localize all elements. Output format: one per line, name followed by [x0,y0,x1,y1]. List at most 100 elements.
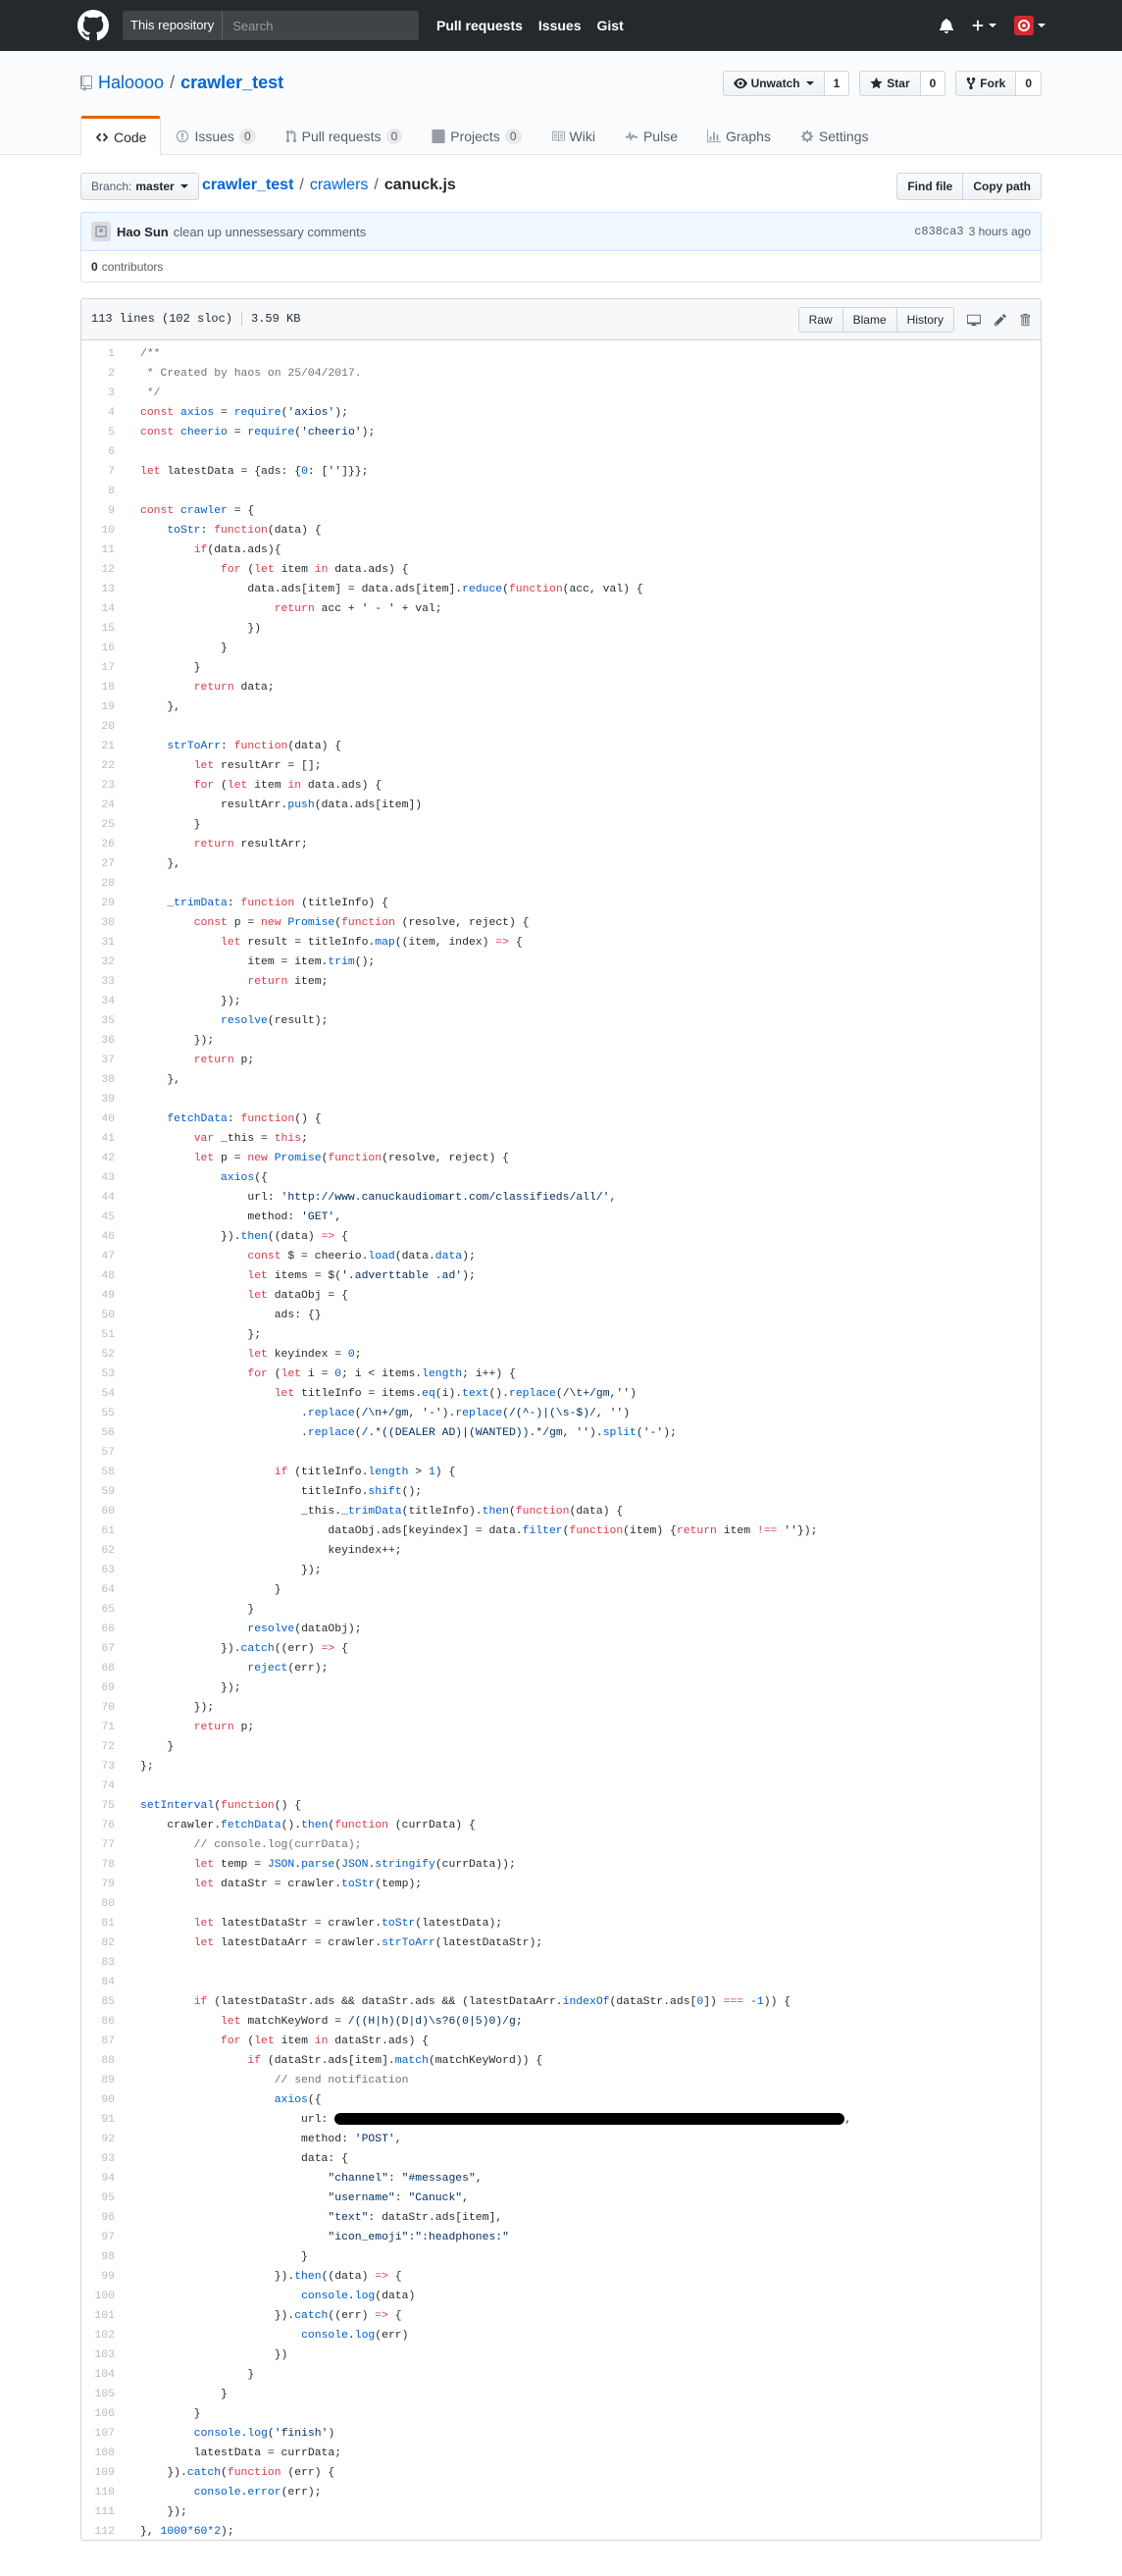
nav-gist[interactable]: Gist [597,18,624,33]
tab-issues[interactable]: Issues 0 [161,116,270,155]
line-number[interactable]: 55 [81,1404,125,1423]
line-number[interactable]: 27 [81,854,125,874]
tab-graphs[interactable]: Graphs [692,116,786,155]
line-number[interactable]: 111 [81,2502,125,2522]
line-number[interactable]: 99 [81,2267,125,2287]
line-number[interactable]: 39 [81,1090,125,1109]
line-number[interactable]: 94 [81,2169,125,2189]
line-number[interactable]: 37 [81,1051,125,1070]
line-number[interactable]: 88 [81,2051,125,2071]
line-number[interactable]: 31 [81,933,125,953]
line-number[interactable]: 96 [81,2208,125,2228]
find-file-button[interactable]: Find file [896,173,964,200]
line-number[interactable]: 101 [81,2306,125,2326]
line-number[interactable]: 83 [81,1953,125,1973]
line-number[interactable]: 86 [81,2012,125,2032]
line-number[interactable]: 82 [81,1933,125,1953]
commit-message[interactable]: clean up unnessessary comments [174,225,367,239]
line-number[interactable]: 35 [81,1011,125,1031]
line-number[interactable]: 73 [81,1757,125,1777]
line-number[interactable]: 68 [81,1659,125,1678]
line-number[interactable]: 108 [81,2444,125,2463]
raw-button[interactable]: Raw [797,306,843,333]
line-number[interactable]: 74 [81,1777,125,1796]
avatar[interactable] [91,222,111,241]
line-number[interactable]: 85 [81,1992,125,2012]
star-count[interactable]: 0 [920,71,946,96]
line-number[interactable]: 78 [81,1855,125,1875]
line-number[interactable]: 92 [81,2130,125,2149]
line-number[interactable]: 64 [81,1580,125,1600]
tab-pull-requests[interactable]: Pull requests 0 [271,116,418,155]
line-number[interactable]: 18 [81,678,125,697]
line-number[interactable]: 2 [81,364,125,384]
commit-sha[interactable]: c838ca3 [914,225,963,238]
line-number[interactable]: 72 [81,1737,125,1757]
line-number[interactable]: 45 [81,1208,125,1227]
line-number[interactable]: 28 [81,874,125,894]
line-number[interactable]: 60 [81,1502,125,1521]
line-number[interactable]: 53 [81,1365,125,1384]
line-number[interactable]: 75 [81,1796,125,1816]
line-number[interactable]: 8 [81,482,125,501]
line-number[interactable]: 58 [81,1463,125,1482]
line-number[interactable]: 16 [81,639,125,658]
line-number[interactable]: 62 [81,1541,125,1561]
line-number[interactable]: 46 [81,1227,125,1247]
line-number[interactable]: 79 [81,1875,125,1894]
line-number[interactable]: 67 [81,1639,125,1659]
line-number[interactable]: 57 [81,1443,125,1463]
blame-button[interactable]: Blame [842,306,897,333]
tab-code[interactable]: Code [80,116,162,156]
fork-count[interactable]: 0 [1016,71,1042,96]
line-number[interactable]: 43 [81,1168,125,1188]
line-number[interactable]: 23 [81,776,125,796]
line-number[interactable]: 50 [81,1306,125,1325]
line-number[interactable]: 93 [81,2149,125,2169]
line-number[interactable]: 49 [81,1286,125,1306]
line-number[interactable]: 98 [81,2247,125,2267]
line-number[interactable]: 26 [81,835,125,854]
line-number[interactable]: 104 [81,2365,125,2385]
line-number[interactable]: 66 [81,1620,125,1639]
notifications-bell-icon[interactable] [940,18,953,33]
line-number[interactable]: 105 [81,2385,125,2404]
line-number[interactable]: 30 [81,913,125,933]
line-number[interactable]: 107 [81,2424,125,2444]
line-number[interactable]: 34 [81,992,125,1011]
breadcrumb-folder-link[interactable]: crawlers [310,177,369,194]
line-number[interactable]: 91 [81,2110,125,2130]
line-number[interactable]: 14 [81,599,125,619]
line-number[interactable]: 38 [81,1070,125,1090]
line-number[interactable]: 59 [81,1482,125,1502]
desktop-icon[interactable] [966,313,982,327]
fork-button[interactable]: Fork [955,71,1017,96]
line-number[interactable]: 33 [81,972,125,992]
line-number[interactable]: 24 [81,796,125,815]
line-number[interactable]: 90 [81,2090,125,2110]
line-number[interactable]: 48 [81,1266,125,1286]
pencil-icon[interactable] [994,313,1007,327]
line-number[interactable]: 25 [81,815,125,835]
line-number[interactable]: 22 [81,756,125,776]
line-number[interactable]: 17 [81,658,125,678]
line-number[interactable]: 44 [81,1188,125,1208]
unwatch-button[interactable]: Unwatch [722,71,825,96]
line-number[interactable]: 103 [81,2345,125,2365]
github-logo-icon[interactable] [77,10,109,41]
repo-owner-link[interactable]: Haloooo [98,73,164,93]
line-number[interactable]: 81 [81,1914,125,1933]
line-number[interactable]: 110 [81,2483,125,2502]
line-number[interactable]: 69 [81,1678,125,1698]
line-number[interactable]: 56 [81,1423,125,1443]
line-number[interactable]: 7 [81,462,125,482]
line-number[interactable]: 42 [81,1149,125,1168]
line-number[interactable]: 80 [81,1894,125,1914]
create-new-menu[interactable] [971,19,996,32]
line-number[interactable]: 40 [81,1109,125,1129]
line-number[interactable]: 70 [81,1698,125,1718]
line-number[interactable]: 100 [81,2287,125,2306]
line-number[interactable]: 76 [81,1816,125,1835]
star-button[interactable]: Star [859,71,921,96]
trash-icon[interactable] [1019,313,1031,327]
